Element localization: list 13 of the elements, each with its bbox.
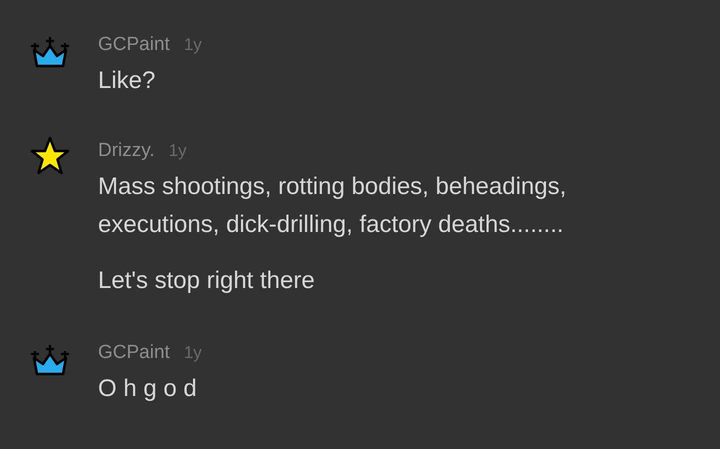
timestamp: 1y	[168, 141, 187, 160]
comment-text: Like?	[98, 66, 156, 96]
comment-text: O h g o d	[98, 374, 198, 404]
star-icon	[30, 136, 70, 176]
crown-icon	[30, 36, 70, 68]
comment-text: Let's stop right there	[98, 266, 316, 296]
username[interactable]: GCPaint	[98, 34, 170, 55]
username[interactable]: GCPaint	[98, 342, 170, 363]
username[interactable]: Drizzy.	[98, 140, 155, 161]
comment-text: Mass shootings, rotting bodies, beheadings, executions, dick-drilling, factory deaths........	[98, 172, 568, 240]
timestamp: 1y	[184, 35, 202, 54]
timestamp: 1y	[184, 343, 202, 362]
crown-icon	[30, 344, 70, 376]
